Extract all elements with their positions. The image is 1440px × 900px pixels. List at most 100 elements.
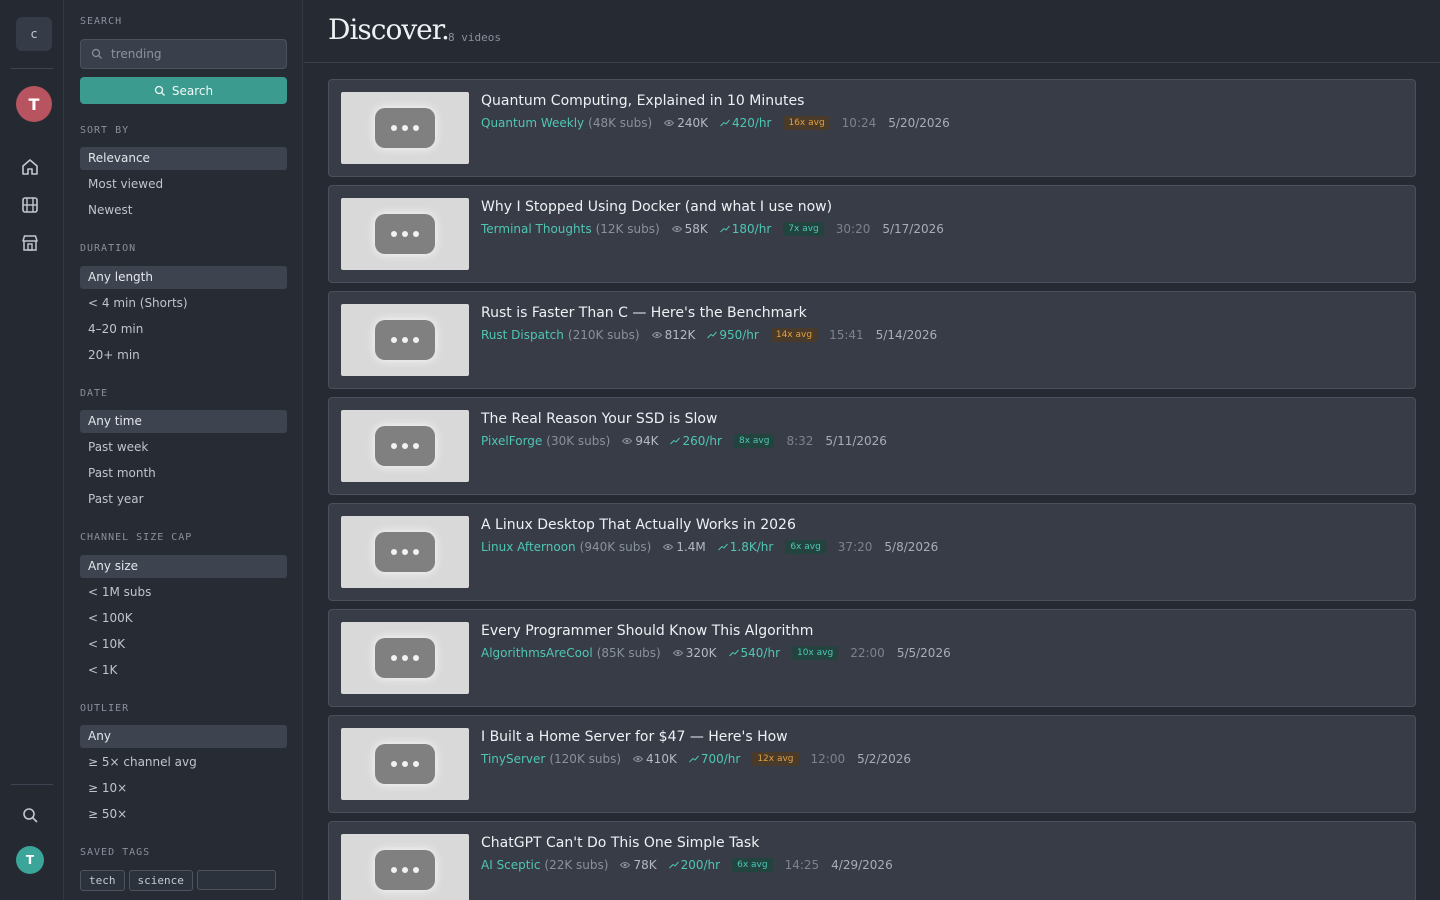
date-option-any[interactable]: Any time bbox=[80, 410, 287, 433]
trend-up-icon bbox=[668, 861, 679, 869]
channel-link[interactable]: Terminal Thoughts bbox=[481, 222, 592, 236]
video-title[interactable]: Every Programmer Should Know This Algori… bbox=[481, 623, 813, 639]
velocity-value: 420/hr bbox=[731, 116, 772, 130]
video-card[interactable]: Quantum Computing, Explained in 10 Minut… bbox=[328, 79, 1416, 177]
search-button[interactable]: Search bbox=[80, 77, 287, 104]
saved-tag-partial[interactable] bbox=[196, 870, 276, 890]
user-avatar[interactable]: T bbox=[16, 86, 52, 122]
channel-subs: (85K subs) bbox=[596, 646, 661, 660]
channel-subs: (22K subs) bbox=[544, 858, 609, 872]
trend-up-icon bbox=[707, 331, 718, 339]
video-card[interactable]: Why I Stopped Using Docker (and what I u… bbox=[328, 185, 1416, 283]
sort-option-most-viewed[interactable]: Most viewed bbox=[80, 173, 287, 196]
page-header: Discover. 8 videos bbox=[304, 0, 1440, 63]
date-option-month[interactable]: Past month bbox=[80, 462, 287, 485]
video-title[interactable]: Rust is Faster Than C — Here's the Bench… bbox=[481, 305, 807, 321]
outlier-option-10x[interactable]: ≥ 10× bbox=[80, 777, 287, 800]
search-icon[interactable] bbox=[20, 805, 40, 825]
duration-option-long[interactable]: 20+ min bbox=[80, 344, 287, 367]
velocity-stat: 540/hr bbox=[728, 646, 780, 660]
video-title[interactable]: A Linux Desktop That Actually Works in 2… bbox=[481, 517, 796, 533]
video-thumbnail[interactable] bbox=[341, 410, 469, 482]
trend-up-icon bbox=[688, 755, 699, 763]
store-icon[interactable] bbox=[20, 233, 40, 253]
video-thumbnail[interactable] bbox=[341, 304, 469, 376]
video-title[interactable]: ChatGPT Can't Do This One Simple Task bbox=[481, 835, 759, 851]
video-thumbnail[interactable] bbox=[341, 728, 469, 800]
views-stat: 58K bbox=[671, 222, 708, 236]
duration-option-medium[interactable]: 4–20 min bbox=[80, 318, 287, 341]
channel-size-option-any[interactable]: Any size bbox=[80, 555, 287, 578]
video-thumbnail[interactable] bbox=[341, 834, 469, 900]
video-title[interactable]: The Real Reason Your SSD is Slow bbox=[481, 411, 717, 427]
search-field[interactable] bbox=[80, 39, 287, 69]
eye-icon bbox=[622, 438, 633, 444]
channel-link[interactable]: Quantum Weekly bbox=[481, 116, 584, 130]
channel-link[interactable]: Rust Dispatch bbox=[481, 328, 564, 342]
channel-size-option-1k[interactable]: < 1K bbox=[80, 659, 287, 682]
thumbnail-placeholder-icon bbox=[375, 320, 435, 360]
video-card[interactable]: Rust is Faster Than C — Here's the Bench… bbox=[328, 291, 1416, 389]
video-card[interactable]: The Real Reason Your SSD is Slow PixelFo… bbox=[328, 397, 1416, 495]
saved-tag[interactable]: tech bbox=[80, 870, 125, 891]
video-date: 5/11/2026 bbox=[825, 434, 887, 448]
video-duration: 8:32 bbox=[786, 434, 814, 448]
channel-subs: (12K subs) bbox=[595, 222, 660, 236]
channel-link[interactable]: PixelForge bbox=[481, 434, 542, 448]
channel-size-option-1m[interactable]: < 1M subs bbox=[80, 581, 287, 604]
video-meta: Linux Afternoon (940K subs) 1.4M 1.8K/hr… bbox=[481, 540, 938, 554]
outlier-badge: 7x avg bbox=[783, 222, 824, 236]
duration-section-label: DURATION bbox=[80, 243, 137, 254]
search-input[interactable] bbox=[111, 47, 281, 61]
home-icon[interactable] bbox=[20, 157, 40, 177]
views-count: 78K bbox=[633, 858, 657, 872]
video-duration: 10:24 bbox=[841, 116, 877, 130]
video-thumbnail[interactable] bbox=[341, 198, 469, 270]
video-card[interactable]: I Built a Home Server for $47 — Here's H… bbox=[328, 715, 1416, 813]
velocity-value: 200/hr bbox=[680, 858, 721, 872]
channel-link[interactable]: AI Sceptic bbox=[481, 858, 540, 872]
video-title[interactable]: Quantum Computing, Explained in 10 Minut… bbox=[481, 93, 804, 109]
search-button-label: Search bbox=[171, 83, 214, 98]
video-thumbnail[interactable] bbox=[341, 92, 469, 164]
duration-option-shorts[interactable]: < 4 min (Shorts) bbox=[80, 292, 287, 315]
sort-option-newest[interactable]: Newest bbox=[80, 199, 287, 222]
video-card[interactable]: Every Programmer Should Know This Algori… bbox=[328, 609, 1416, 707]
account-avatar[interactable]: T bbox=[16, 846, 44, 874]
channel-size-option-100k[interactable]: < 100K bbox=[80, 607, 287, 630]
video-thumbnail[interactable] bbox=[341, 516, 469, 588]
duration-option-any[interactable]: Any length bbox=[80, 266, 287, 289]
video-duration: 37:20 bbox=[837, 540, 873, 554]
film-icon[interactable] bbox=[20, 195, 40, 215]
channel-size-option-10k[interactable]: < 10K bbox=[80, 633, 287, 656]
video-date: 5/8/2026 bbox=[884, 540, 939, 554]
views-stat: 1.4M bbox=[663, 540, 706, 554]
outlier-option-50x[interactable]: ≥ 50× bbox=[80, 803, 287, 826]
eye-icon bbox=[633, 756, 644, 762]
outlier-badge: 6x avg bbox=[732, 858, 773, 872]
icon-rail: c T T bbox=[0, 0, 64, 900]
velocity-stat: 260/hr bbox=[670, 434, 722, 448]
channel-size-section-label: CHANNEL SIZE CAP bbox=[80, 532, 193, 543]
video-thumbnail[interactable] bbox=[341, 622, 469, 694]
trend-up-icon bbox=[670, 437, 681, 445]
channel-subs: (120K subs) bbox=[549, 752, 622, 766]
outlier-option-5x[interactable]: ≥ 5× channel avg bbox=[80, 751, 287, 774]
saved-tags-list: tech science bbox=[80, 870, 287, 891]
video-card[interactable]: ChatGPT Can't Do This One Simple Task AI… bbox=[328, 821, 1416, 900]
channel-link[interactable]: TinyServer bbox=[481, 752, 545, 766]
saved-tag[interactable]: science bbox=[128, 870, 193, 891]
video-date: 5/14/2026 bbox=[875, 328, 938, 342]
app-logo[interactable]: c bbox=[16, 17, 52, 51]
sort-option-relevance[interactable]: Relevance bbox=[80, 147, 287, 170]
date-option-week[interactable]: Past week bbox=[80, 436, 287, 459]
video-card[interactable]: A Linux Desktop That Actually Works in 2… bbox=[328, 503, 1416, 601]
channel-link[interactable]: Linux Afternoon bbox=[481, 540, 576, 554]
video-title[interactable]: Why I Stopped Using Docker (and what I u… bbox=[481, 199, 832, 215]
views-count: 94K bbox=[635, 434, 659, 448]
video-title[interactable]: I Built a Home Server for $47 — Here's H… bbox=[481, 729, 788, 745]
search-field-icon bbox=[91, 48, 102, 59]
outlier-option-any[interactable]: Any bbox=[80, 725, 287, 748]
channel-link[interactable]: AlgorithmsAreCool bbox=[481, 646, 593, 660]
date-option-year[interactable]: Past year bbox=[80, 488, 287, 511]
